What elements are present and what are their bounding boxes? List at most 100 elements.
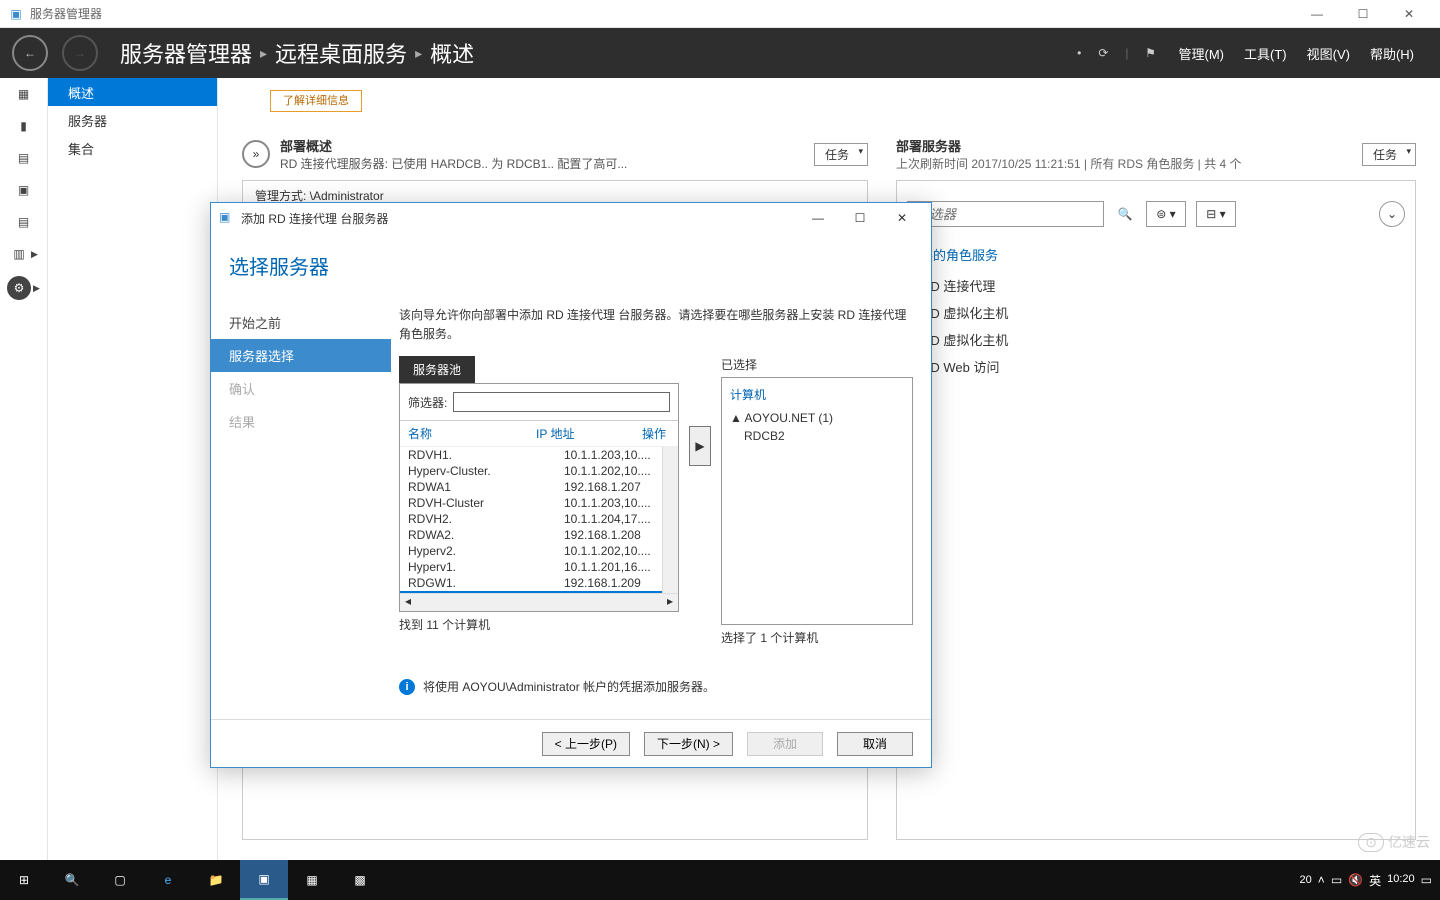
search-icon[interactable]: 🔍 xyxy=(48,860,96,900)
table-row[interactable]: RDVH2.10.1.1.204,17.... xyxy=(400,511,678,527)
tree-root[interactable]: ▲ AOYOU.NET (1) xyxy=(730,409,904,427)
add-arrow-button[interactable]: ▶ xyxy=(689,426,711,466)
taskbar: ⊞ 🔍 ▢ e 📁 ▣ ▦ ▩ 20 ˄ ▭ 🔇 英 10:20 ▭ xyxy=(0,860,1440,900)
server-manager-icon[interactable]: ▣ xyxy=(240,860,288,900)
dashboard-icon[interactable]: ▦ xyxy=(14,84,34,104)
system-tray: 20 ˄ ▭ 🔇 英 10:20 ▭ xyxy=(1300,872,1440,889)
network-icon[interactable]: ▭ xyxy=(1331,873,1342,887)
close-button[interactable]: ✕ xyxy=(1386,0,1432,28)
local-server-icon[interactable]: ▮ xyxy=(14,116,34,136)
deploy-servers-title: 部署服务器 xyxy=(896,136,1241,155)
server-pool-list[interactable]: RDVH1.10.1.1.203,10....Hyperv-Cluster.10… xyxy=(400,447,678,611)
table-row[interactable]: RDGW1.192.168.1.209 xyxy=(400,575,678,591)
col-ip[interactable]: IP 地址 xyxy=(536,425,642,442)
app-icon-1[interactable]: ▦ xyxy=(288,860,336,900)
step-server-select[interactable]: 服务器选择 xyxy=(211,339,391,372)
view-menu[interactable]: 视图(V) xyxy=(1301,40,1356,67)
tasks-dropdown-2[interactable]: 任务 xyxy=(1362,143,1416,166)
ime-indicator[interactable]: 英 xyxy=(1369,872,1381,889)
service-icon-3[interactable]: ▥ xyxy=(9,244,29,264)
filter-input[interactable] xyxy=(907,201,1104,227)
step-before[interactable]: 开始之前 xyxy=(211,306,391,339)
manage-menu[interactable]: 管理(M) xyxy=(1173,40,1231,67)
filter-button-1[interactable]: ⊜ ▾ xyxy=(1146,201,1186,227)
sidebar-item-servers[interactable]: 服务器 xyxy=(48,106,217,134)
role-services-header: 安装的角色服务 xyxy=(907,245,1405,264)
table-row[interactable]: RDVH1.10.1.1.203,10.... xyxy=(400,447,678,463)
vertical-scrollbar[interactable] xyxy=(662,447,678,593)
role-item[interactable]: RD 虚拟化主机 xyxy=(907,299,1405,326)
crumb-2[interactable]: 概述 xyxy=(430,37,474,69)
breadcrumb: 服务器管理器 ▸ 远程桌面服务 ▸ 概述 xyxy=(120,37,474,69)
titlebar: ▣ 服务器管理器 — ☐ ✕ xyxy=(0,0,1440,28)
app-icon-2[interactable]: ▩ xyxy=(336,860,384,900)
sidebar-item-collections[interactable]: 集合 xyxy=(48,134,217,162)
tasks-dropdown[interactable]: 任务 xyxy=(814,143,868,166)
tree-item[interactable]: RDCB2 xyxy=(730,427,904,445)
expand-button[interactable]: ⌄ xyxy=(1379,201,1405,227)
table-row[interactable]: Hyperv1.10.1.1.201,16.... xyxy=(400,559,678,575)
cancel-button[interactable]: 取消 xyxy=(837,732,913,756)
deploy-overview-line: RD 连接代理服务器: 已使用 HARDCB.. 为 RDCB1.. 配置了高可… xyxy=(280,155,627,172)
clock[interactable]: 10:20 xyxy=(1387,873,1415,885)
deploy-overview-title: 部署概述 xyxy=(280,136,627,155)
start-button[interactable]: ⊞ xyxy=(0,860,48,900)
back-button[interactable]: ← xyxy=(12,35,48,71)
sidebar: 概述 服务器 集合 xyxy=(48,78,218,860)
prev-button[interactable]: < 上一步(P) xyxy=(542,732,630,756)
filter-button-2[interactable]: ⊟ ▾ xyxy=(1196,201,1236,227)
header-ribbon: ← → 服务器管理器 ▸ 远程桌面服务 ▸ 概述 • ⟳ | ⚑ 管理(M) 工… xyxy=(0,28,1440,78)
tools-menu[interactable]: 工具(T) xyxy=(1238,40,1293,67)
deploy-servers-sub: 上次刷新时间 2017/10/25 11:21:51 | 所有 RDS 角色服务… xyxy=(896,155,1241,172)
sidebar-item-overview[interactable]: 概述 xyxy=(48,78,217,106)
role-item[interactable]: RD 连接代理 xyxy=(907,272,1405,299)
crumb-1[interactable]: 远程桌面服务 xyxy=(275,37,407,69)
service-icon[interactable]: ▣ xyxy=(14,180,34,200)
refresh-icon[interactable]: ⟳ xyxy=(1089,39,1117,67)
service-icon-2[interactable]: ▤ xyxy=(14,212,34,232)
table-row[interactable]: RDWA2.192.168.1.208 xyxy=(400,527,678,543)
info-banner[interactable]: 了解详细信息 xyxy=(270,90,362,112)
dialog-maximize-button[interactable]: ☐ xyxy=(839,203,881,233)
table-row[interactable]: Hyperv-Cluster.10.1.1.202,10.... xyxy=(400,463,678,479)
minimize-button[interactable]: — xyxy=(1294,0,1340,28)
add-button: 添加 xyxy=(747,732,823,756)
col-op[interactable]: 操作 xyxy=(642,425,670,442)
flag-icon[interactable]: ⚑ xyxy=(1137,39,1165,67)
maximize-button[interactable]: ☐ xyxy=(1340,0,1386,28)
table-row[interactable]: RDWA1192.168.1.207 xyxy=(400,479,678,495)
col-name[interactable]: 名称 xyxy=(408,425,536,442)
next-button[interactable]: 下一步(N) > xyxy=(644,732,733,756)
tray-num: 20 xyxy=(1300,874,1312,886)
search-icon[interactable]: 🔍 xyxy=(1114,201,1136,227)
notification-icon[interactable]: ▭ xyxy=(1421,873,1432,887)
arrow-icon: » xyxy=(242,140,270,168)
role-item[interactable]: RD Web 访问 xyxy=(907,353,1405,380)
chevron-right-icon: ▸ xyxy=(415,45,422,62)
volume-icon[interactable]: 🔇 xyxy=(1348,873,1363,887)
role-item[interactable]: RD 虚拟化主机 xyxy=(907,326,1405,353)
dialog-close-button[interactable]: ✕ xyxy=(881,203,923,233)
tray-up-icon[interactable]: ˄ xyxy=(1318,873,1325,887)
ie-icon[interactable]: e xyxy=(144,860,192,900)
wizard-steps: 开始之前 服务器选择 确认 结果 xyxy=(211,306,391,719)
pool-filter-input[interactable] xyxy=(453,392,670,412)
table-row[interactable]: RDVH-Cluster10.1.1.203,10.... xyxy=(400,495,678,511)
forward-button[interactable]: → xyxy=(62,35,98,71)
explorer-icon[interactable]: 📁 xyxy=(192,860,240,900)
selected-box: 计算机 ▲ AOYOU.NET (1) RDCB2 xyxy=(721,377,913,625)
chevron-right-icon: ▸ xyxy=(260,45,267,62)
help-menu[interactable]: 帮助(H) xyxy=(1364,40,1420,67)
dialog-minimize-button[interactable]: — xyxy=(797,203,839,233)
info-icon: i xyxy=(399,679,415,695)
crumb-root[interactable]: 服务器管理器 xyxy=(120,37,252,69)
table-row[interactable]: Hyperv2.10.1.1.202,10.... xyxy=(400,543,678,559)
gear-icon[interactable]: ⚙ xyxy=(7,276,31,300)
task-view-icon[interactable]: ▢ xyxy=(96,860,144,900)
window-title: 服务器管理器 xyxy=(30,5,102,22)
horizontal-scrollbar[interactable]: ◂▸ xyxy=(400,593,678,611)
all-servers-icon[interactable]: ▤ xyxy=(14,148,34,168)
info-text: 将使用 AOYOU\Administrator 帐户的凭据添加服务器。 xyxy=(423,678,715,695)
dialog-description: 该向导允许你向部署中添加 RD 连接代理 台服务器。请选择要在哪些服务器上安装 … xyxy=(399,306,913,344)
server-pool-tab[interactable]: 服务器池 xyxy=(399,356,475,383)
